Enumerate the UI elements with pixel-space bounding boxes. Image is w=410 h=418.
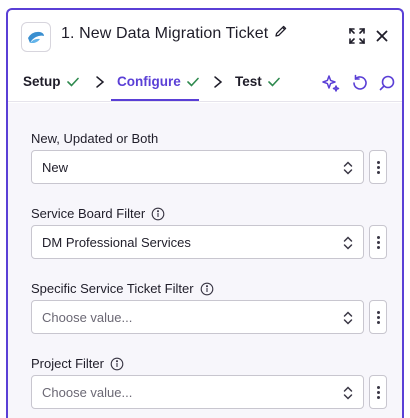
tab-test[interactable]: Test [235, 74, 280, 89]
updown-chevron-icon [343, 311, 353, 325]
panel-header: 1. New Data Migration Ticket [8, 10, 402, 62]
info-icon[interactable] [151, 207, 165, 221]
select-value: DM Professional Services [42, 234, 191, 250]
select-value: New [42, 159, 69, 175]
tab-configure[interactable]: Configure [117, 74, 199, 89]
close-icon[interactable] [372, 26, 392, 46]
field-label-text: Service Board Filter [31, 206, 146, 221]
updown-chevron-icon [343, 236, 353, 250]
field-label-text: Specific Service Ticket Filter [31, 281, 194, 296]
info-icon[interactable] [200, 282, 214, 296]
more-vertical-icon [376, 235, 380, 249]
more-vertical-icon [376, 310, 380, 324]
configure-form: New, Updated or Both New Service Board F… [8, 103, 402, 418]
step-editor-panel: 1. New Data Migration Ticket Setup Confi… [6, 8, 404, 418]
field-options-button[interactable] [369, 300, 387, 334]
field-options-button[interactable] [369, 225, 387, 259]
service-board-filter-select[interactable]: DM Professional Services [31, 225, 364, 259]
step-title-text: 1. New Data Migration Ticket [61, 24, 269, 42]
search-icon[interactable] [376, 72, 398, 94]
step-tabs: Setup Configure Test [8, 62, 402, 102]
pencil-icon[interactable] [274, 24, 288, 43]
app-logo-icon [21, 22, 51, 52]
updown-chevron-icon [343, 386, 353, 400]
field-label-new-updated-both: New, Updated or Both [31, 131, 158, 146]
field-label-specific-service-ticket-filter: Specific Service Ticket Filter [31, 281, 214, 296]
check-icon [66, 77, 79, 87]
tab-setup-label: Setup [23, 74, 61, 89]
expand-icon[interactable] [348, 27, 368, 47]
sparkle-ai-icon[interactable] [320, 72, 342, 94]
more-vertical-icon [376, 385, 380, 399]
more-vertical-icon [376, 160, 380, 174]
tab-setup[interactable]: Setup [23, 74, 79, 89]
select-placeholder: Choose value... [42, 309, 133, 325]
field-label-text: New, Updated or Both [31, 131, 159, 146]
tab-configure-label: Configure [117, 74, 181, 89]
project-filter-select[interactable]: Choose value... [31, 375, 364, 409]
check-icon [186, 77, 199, 87]
chevron-right-icon [96, 76, 105, 88]
step-title[interactable]: 1. New Data Migration Ticket [61, 24, 288, 43]
chevron-right-icon [214, 76, 223, 88]
field-options-button[interactable] [369, 150, 387, 184]
tab-test-label: Test [235, 74, 262, 89]
field-options-button[interactable] [369, 375, 387, 409]
specific-service-ticket-filter-select[interactable]: Choose value... [31, 300, 364, 334]
select-placeholder: Choose value... [42, 384, 133, 400]
info-icon[interactable] [110, 357, 124, 371]
field-label-project-filter: Project Filter [31, 356, 124, 371]
undo-icon[interactable] [349, 72, 371, 94]
updown-chevron-icon [343, 161, 353, 175]
new-updated-both-select[interactable]: New [31, 150, 364, 184]
check-icon [267, 77, 280, 87]
field-label-service-board-filter: Service Board Filter [31, 206, 165, 221]
active-tab-indicator [111, 99, 199, 101]
field-label-text: Project Filter [31, 356, 104, 371]
